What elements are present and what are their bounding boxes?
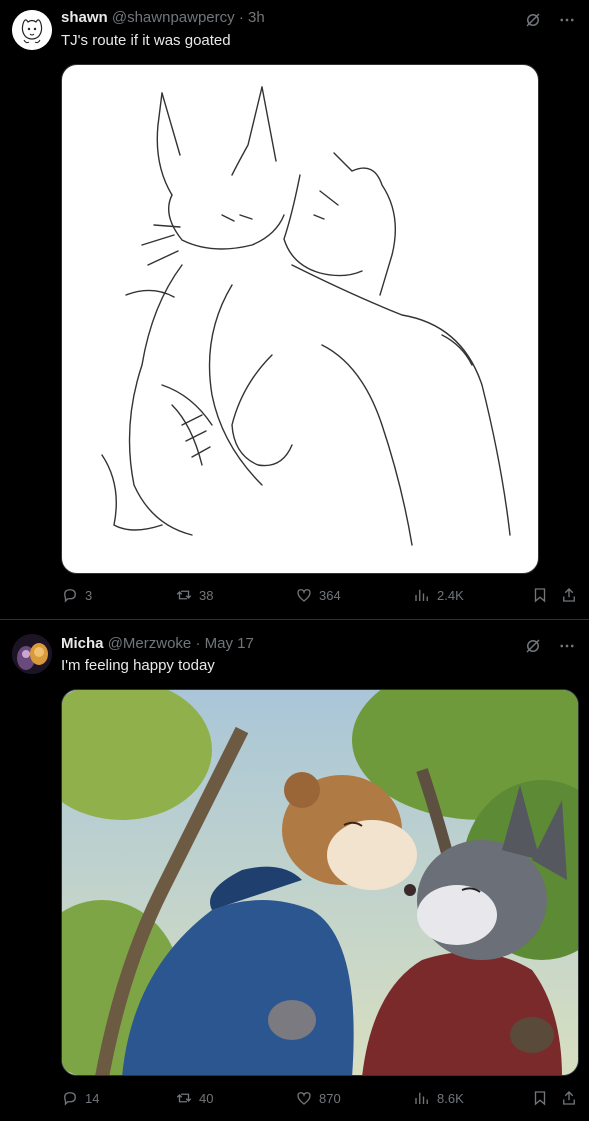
tweet-actions: 3 38 364 2.4K [61, 586, 581, 608]
separator: · [195, 635, 201, 652]
views-button[interactable]: 8.6K [413, 1089, 464, 1107]
more-icon[interactable] [557, 10, 577, 30]
like-button[interactable]: 870 [295, 1089, 341, 1107]
reply-count: 14 [85, 1090, 100, 1106]
repost-icon [176, 590, 192, 600]
grok-icon[interactable] [523, 636, 543, 656]
reply-count: 3 [85, 587, 93, 603]
share-icon [563, 588, 575, 602]
tweet-text: I'm feeling happy today [61, 657, 215, 674]
reply-icon [64, 589, 76, 603]
author-handle[interactable]: @shawnpawpercy [112, 9, 235, 26]
timestamp[interactable]: May 17 [205, 635, 254, 652]
more-icon[interactable] [557, 636, 577, 656]
tweet-image-sketch[interactable] [61, 64, 539, 574]
tweet[interactable]: Micha @Merzwoke · May 17 I'm feeling hap… [0, 620, 589, 1121]
bookmark-icon [534, 1091, 546, 1106]
tweet-top-actions [523, 10, 577, 30]
views-count: 2.4K [437, 587, 464, 603]
repost-count: 38 [199, 587, 214, 603]
repost-icon [176, 1093, 192, 1103]
views-count: 8.6K [437, 1090, 464, 1106]
separator: · [238, 9, 244, 26]
repost-button[interactable]: 40 [175, 1089, 213, 1107]
bookmark-button[interactable] [531, 586, 549, 604]
timestamp[interactable]: 3h [248, 9, 265, 26]
repost-count: 40 [199, 1090, 214, 1106]
avatar[interactable] [12, 10, 52, 50]
tweet-actions: 14 40 870 8.6K [61, 1089, 581, 1111]
like-icon [297, 1092, 311, 1105]
tweet[interactable]: shawn @shawnpawpercy · 3h TJ's route if … [0, 0, 589, 619]
grok-icon[interactable] [523, 10, 543, 30]
bookmark-button[interactable] [531, 1089, 549, 1107]
avatar[interactable] [12, 634, 52, 674]
author-name[interactable]: Micha [61, 635, 104, 652]
like-count: 364 [319, 587, 341, 603]
author-handle[interactable]: @Merzwoke [108, 635, 192, 652]
views-button[interactable]: 2.4K [413, 586, 464, 604]
author-name[interactable]: shawn [61, 9, 108, 26]
views-icon [415, 589, 428, 601]
tweet-header: shawn @shawnpawpercy · 3h [61, 9, 265, 26]
share-button[interactable] [560, 586, 578, 604]
reply-button[interactable]: 14 [61, 1089, 99, 1107]
tweet-header: Micha @Merzwoke · May 17 [61, 635, 254, 652]
like-count: 870 [319, 1090, 341, 1106]
share-icon [563, 1091, 575, 1105]
reply-button[interactable]: 3 [61, 586, 92, 604]
tweet-top-actions [523, 636, 577, 656]
like-icon [297, 589, 311, 602]
like-button[interactable]: 364 [295, 586, 341, 604]
reply-icon [64, 1092, 76, 1106]
tweet-text: TJ's route if it was goated [61, 32, 231, 49]
repost-button[interactable]: 38 [175, 586, 213, 604]
tweet-image-illustration[interactable] [61, 689, 579, 1076]
bookmark-icon [534, 588, 546, 603]
share-button[interactable] [560, 1089, 578, 1107]
views-icon [415, 1092, 428, 1104]
